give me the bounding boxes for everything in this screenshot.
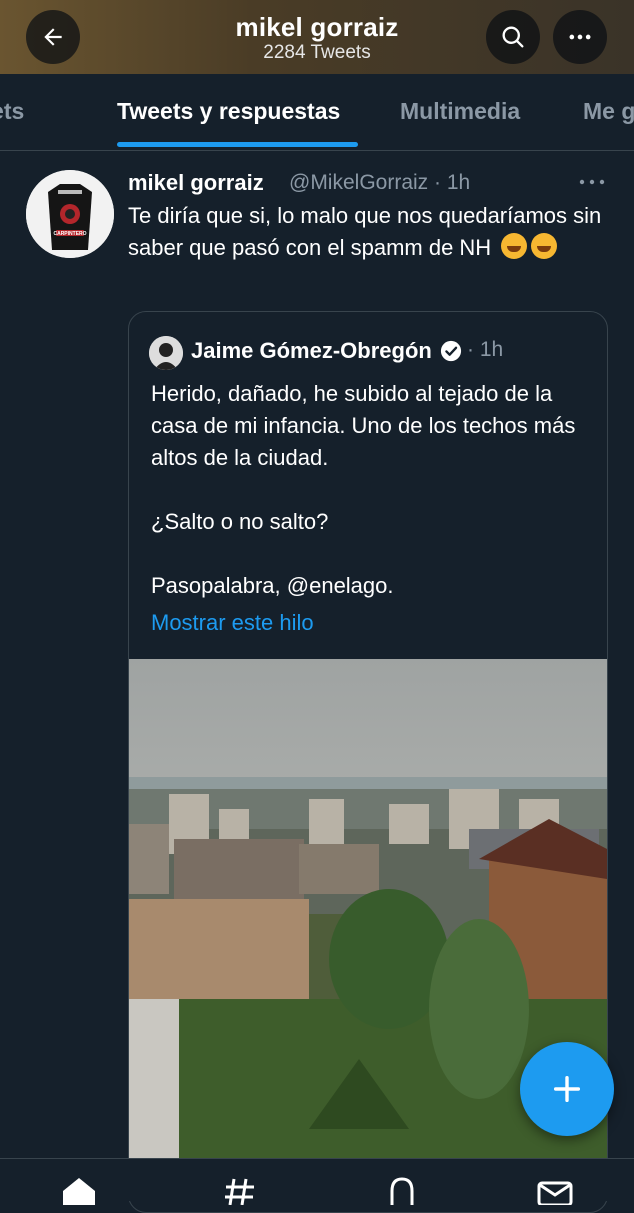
verified-badge-icon	[440, 340, 462, 362]
quoted-author-name: Jaime Gómez-Obregón	[191, 338, 432, 363]
tab-media[interactable]: Multimedia	[400, 98, 520, 125]
messages-icon[interactable]	[535, 1175, 575, 1205]
compose-tweet-button[interactable]	[520, 1042, 614, 1136]
svg-text:CARPINTERO: CARPINTERO	[53, 231, 86, 237]
tweet-more-button[interactable]	[578, 172, 606, 192]
rolling-laughing-emoji-icon	[531, 233, 558, 259]
author-avatar[interactable]: CARPINTERO	[26, 170, 114, 258]
tab-tweets-replies[interactable]: Tweets y respuestas	[117, 98, 340, 125]
ellipsis-icon	[579, 179, 605, 185]
profile-tabs: Tweets Tweets y respuestas Multimedia Me…	[0, 74, 634, 151]
plus-icon	[553, 1075, 581, 1103]
author-name[interactable]: mikel gorraiz	[128, 170, 264, 196]
rolling-laughing-emoji-icon	[501, 233, 528, 259]
active-tab-indicator	[117, 142, 358, 147]
quoted-text: Herido, dañado, he subido al tejado de l…	[151, 381, 576, 598]
explore-icon[interactable]	[220, 1175, 260, 1205]
ellipsis-icon	[569, 34, 591, 40]
author-handle-time[interactable]: @MikelGorraiz · 1h	[289, 171, 470, 195]
search-icon	[502, 26, 524, 48]
quoted-author-avatar	[149, 336, 183, 370]
notifications-icon[interactable]	[382, 1175, 422, 1205]
tab-tweets[interactable]: Tweets	[0, 98, 24, 125]
tweet-text-body: Te diría que si, lo malo que nos quedarí…	[128, 203, 602, 260]
quoted-time: · 1h	[467, 338, 504, 361]
tab-likes[interactable]: Me gusta	[583, 98, 634, 125]
bottom-navigation	[0, 1158, 634, 1205]
profile-header: mikel gorraiz 2284 Tweets	[0, 0, 634, 74]
tweet-text: Te diría que si, lo malo que nos quedarí…	[128, 200, 608, 264]
tweet-count: 2284 Tweets	[263, 42, 371, 63]
show-thread-link[interactable]: Mostrar este hilo	[151, 610, 314, 636]
home-icon[interactable]	[59, 1175, 99, 1205]
search-button[interactable]	[486, 10, 540, 64]
more-options-button[interactable]	[553, 10, 607, 64]
